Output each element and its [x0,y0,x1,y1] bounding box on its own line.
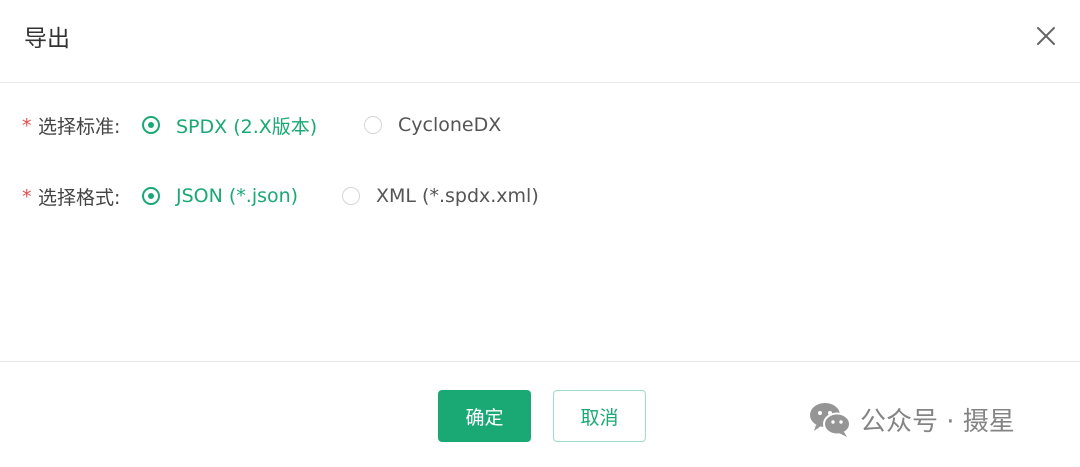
radio-cyclonedx[interactable]: CycloneDX [364,107,501,143]
radio-spdx[interactable]: SPDX (2.X版本) [142,107,317,143]
radio-spdx-label[interactable]: SPDX (2.X版本) [176,112,317,139]
dialog-footer: 确定 取消 公众号 · 摄星 [0,361,1080,467]
close-icon[interactable] [1030,20,1062,52]
radio-json[interactable]: JSON (*.json) [142,178,298,214]
standard-field: * 选择标准: SPDX (2.X版本) CycloneDX [22,107,501,143]
radio-cyclonedx-label[interactable]: CycloneDX [398,114,501,136]
dialog-title: 导出 [24,26,70,52]
format-label: 选择格式: [38,186,121,209]
format-field: * 选择格式: JSON (*.json) XML (*.spdx.xml) [22,178,539,214]
cancel-button[interactable]: 取消 [553,390,646,442]
confirm-button[interactable]: 确定 [438,390,531,442]
radio-xml[interactable]: XML (*.spdx.xml) [342,178,539,214]
required-mark: * [22,186,32,208]
watermark-text: 公众号 · 摄星 [860,406,1015,437]
wechat-icon [808,400,852,438]
radio-unchecked-icon[interactable] [364,116,382,134]
radio-unchecked-icon[interactable] [342,187,360,205]
dialog-header: 导出 [0,0,1080,83]
radio-xml-label[interactable]: XML (*.spdx.xml) [376,185,539,207]
radio-json-label[interactable]: JSON (*.json) [176,185,298,207]
radio-checked-icon[interactable] [142,116,160,134]
export-dialog: 导出 * 选择标准: SPDX (2.X版本) CycloneDX * 选择格式… [0,0,1080,466]
required-mark: * [22,115,32,137]
standard-label: 选择标准: [38,115,121,138]
radio-checked-icon[interactable] [142,187,160,205]
watermark: 公众号 · 摄星 [808,400,1015,438]
